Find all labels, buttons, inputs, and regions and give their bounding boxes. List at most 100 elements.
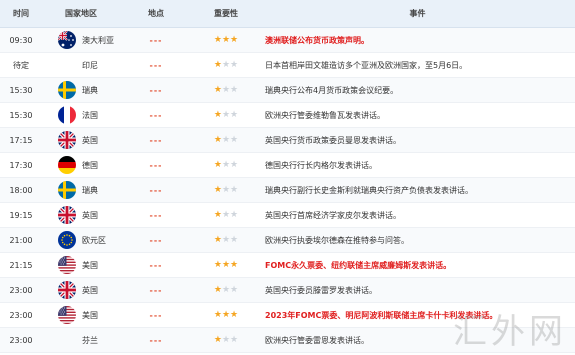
row-place: --- xyxy=(149,310,163,320)
star-icon: ★ xyxy=(213,109,222,120)
row-event[interactable]: 欧洲央行管委维勒鲁瓦发表讲话。 xyxy=(260,110,575,121)
importance-stars: ★ ★ ★ xyxy=(192,309,260,320)
importance-stars: ★ ★ ★ xyxy=(192,259,260,270)
star-icon: ★ xyxy=(213,259,222,270)
row-event[interactable]: 澳洲联储公布货币政策声明。 xyxy=(260,35,575,46)
row-time: 23:00 xyxy=(9,335,33,345)
country-name: 芬兰 xyxy=(82,335,98,345)
star-icon: ★ xyxy=(221,59,231,70)
importance-stars: ★ ★ ★ xyxy=(192,34,260,45)
row-event[interactable]: 英国央行货币政策委员曼恩发表讲话。 xyxy=(260,135,575,146)
row-place: --- xyxy=(149,85,163,95)
star-icon: ★ xyxy=(213,284,222,295)
row-event[interactable]: 英国央行委员滕雷罗发表讲话。 xyxy=(260,285,575,296)
star-icon: ★ xyxy=(221,259,231,270)
country-name: 德国 xyxy=(82,160,98,170)
row-event[interactable]: 德国央行行长内格尔发表讲话。 xyxy=(260,160,575,171)
star-icon: ★ xyxy=(213,334,222,345)
importance-stars: ★ ★ ★ xyxy=(192,284,260,295)
row-event[interactable]: 欧洲央行执委埃尔德森在推特参与问答。 xyxy=(260,235,575,246)
row-country: 英国 xyxy=(42,206,120,224)
country-name: 澳大利亚 xyxy=(82,35,114,45)
table-row[interactable]: 19:15 英国 --- ★ ★ ★ 英国央行首席经济学家皮尔发表讲话。 xyxy=(0,203,575,228)
country-name: 美国 xyxy=(82,260,98,270)
table-row[interactable]: 15:30 瑞典 --- ★ ★ ★ 瑞典央行公布4月货币政策会议纪要。 xyxy=(0,78,575,103)
row-place: --- xyxy=(149,35,163,45)
star-icon: ★ xyxy=(213,34,222,45)
table-header: 时间 国家地区 地点 重要性 事件 xyxy=(0,0,575,28)
row-country: 法国 xyxy=(42,106,120,124)
row-event[interactable]: 日本首相岸田文雄造访多个亚洲及欧洲国家，至5月6日。 xyxy=(260,60,575,71)
table-row[interactable]: 21:00 欧元区 --- ★ ★ ★ 欧洲央行执委埃尔德森在推特参与问答。 xyxy=(0,228,575,253)
row-time: 15:30 xyxy=(9,85,33,95)
uk-flag-icon xyxy=(58,281,76,299)
row-country: 德国 xyxy=(42,156,120,174)
star-icon: ★ xyxy=(221,234,231,245)
star-icon: ★ xyxy=(230,309,239,320)
row-event[interactable]: FOMC永久票委、纽约联储主席威廉姆斯发表讲话。 xyxy=(260,260,575,271)
row-event[interactable]: 瑞典央行公布4月货币政策会议纪要。 xyxy=(260,85,575,96)
germany-flag-icon xyxy=(58,156,76,174)
country-name: 瑞典 xyxy=(82,185,98,195)
star-icon: ★ xyxy=(221,184,231,195)
country-name: 英国 xyxy=(82,210,98,220)
usa-flag-icon xyxy=(58,306,76,324)
importance-stars: ★ ★ ★ xyxy=(192,84,260,95)
country-name: 法国 xyxy=(82,110,98,120)
table-row[interactable]: 15:30 法国 --- ★ ★ ★ 欧洲央行管委维勒鲁瓦发表讲话。 xyxy=(0,103,575,128)
row-country: 印尼 xyxy=(42,60,120,71)
sweden-flag-icon xyxy=(58,81,76,99)
star-icon: ★ xyxy=(230,84,239,95)
row-country: 瑞典 xyxy=(42,181,120,199)
table-row[interactable]: 18:00 瑞典 --- ★ ★ ★ 瑞典央行副行长史金斯利就瑞典央行资产负债表发表讲话。 xyxy=(0,178,575,203)
table-row[interactable]: 21:15 美国 --- ★ ★ ★ FOMC永久票委、纽约联储主席威廉姆斯发表讲话。 xyxy=(0,253,575,278)
table-row[interactable]: 23:00 英国 --- ★ ★ ★ 英国央行委员滕雷罗发表讲话。 xyxy=(0,278,575,303)
star-icon: ★ xyxy=(221,334,231,345)
star-icon: ★ xyxy=(230,59,239,70)
star-icon: ★ xyxy=(221,109,231,120)
table-row[interactable]: 待定 印尼 --- ★ ★ ★ 日本首相岸田文雄造访多个亚洲及欧洲国家，至5月6日。 xyxy=(0,53,575,78)
star-icon: ★ xyxy=(213,59,222,70)
row-country: 英国 xyxy=(42,131,120,149)
table-row[interactable]: 17:15 英国 --- ★ ★ ★ 英国央行货币政策委员曼恩发表讲话。 xyxy=(0,128,575,153)
header-country: 国家地区 xyxy=(65,9,97,18)
watermark-logo: 汇外网 xyxy=(453,312,567,352)
row-event[interactable]: 英国央行首席经济学家皮尔发表讲话。 xyxy=(260,210,575,221)
sweden-flag-icon xyxy=(58,181,76,199)
star-icon: ★ xyxy=(213,234,222,245)
star-icon: ★ xyxy=(221,209,231,220)
row-time: 23:00 xyxy=(9,310,33,320)
star-icon: ★ xyxy=(230,284,239,295)
row-place: --- xyxy=(149,335,163,345)
row-place: --- xyxy=(149,160,163,170)
header-importance: 重要性 xyxy=(214,9,238,18)
importance-stars: ★ ★ ★ xyxy=(192,109,260,120)
france-flag-icon xyxy=(58,106,76,124)
star-icon: ★ xyxy=(213,309,222,320)
row-event[interactable]: 瑞典央行副行长史金斯利就瑞典央行资产负债表发表讲话。 xyxy=(260,185,575,196)
importance-stars: ★ ★ ★ xyxy=(192,234,260,245)
country-name: 欧元区 xyxy=(82,235,106,245)
row-place: --- xyxy=(149,135,163,145)
star-icon: ★ xyxy=(230,159,239,170)
star-icon: ★ xyxy=(213,209,222,220)
row-time: 21:00 xyxy=(9,235,33,245)
star-icon: ★ xyxy=(213,159,222,170)
country-name: 英国 xyxy=(82,135,98,145)
country-name: 瑞典 xyxy=(82,85,98,95)
star-icon: ★ xyxy=(221,134,231,145)
star-icon: ★ xyxy=(230,134,239,145)
economic-calendar-table: 时间 国家地区 地点 重要性 事件 09:30 澳大利亚 --- ★ ★ ★ 澳洲联储公布货… xyxy=(0,0,575,353)
eu-flag-icon xyxy=(58,231,76,249)
star-icon: ★ xyxy=(230,109,239,120)
row-time: 待定 xyxy=(13,60,29,70)
row-country: 芬兰 xyxy=(42,335,120,346)
table-row[interactable]: 17:30 德国 --- ★ ★ ★ 德国央行行长内格尔发表讲话。 xyxy=(0,153,575,178)
row-place: --- xyxy=(149,235,163,245)
star-icon: ★ xyxy=(221,34,231,45)
row-country: 英国 xyxy=(42,281,120,299)
row-place: --- xyxy=(149,110,163,120)
table-row[interactable]: 09:30 澳大利亚 --- ★ ★ ★ 澳洲联储公布货币政策声明。 xyxy=(0,28,575,53)
header-event: 事件 xyxy=(409,9,426,18)
row-time: 23:00 xyxy=(9,285,33,295)
